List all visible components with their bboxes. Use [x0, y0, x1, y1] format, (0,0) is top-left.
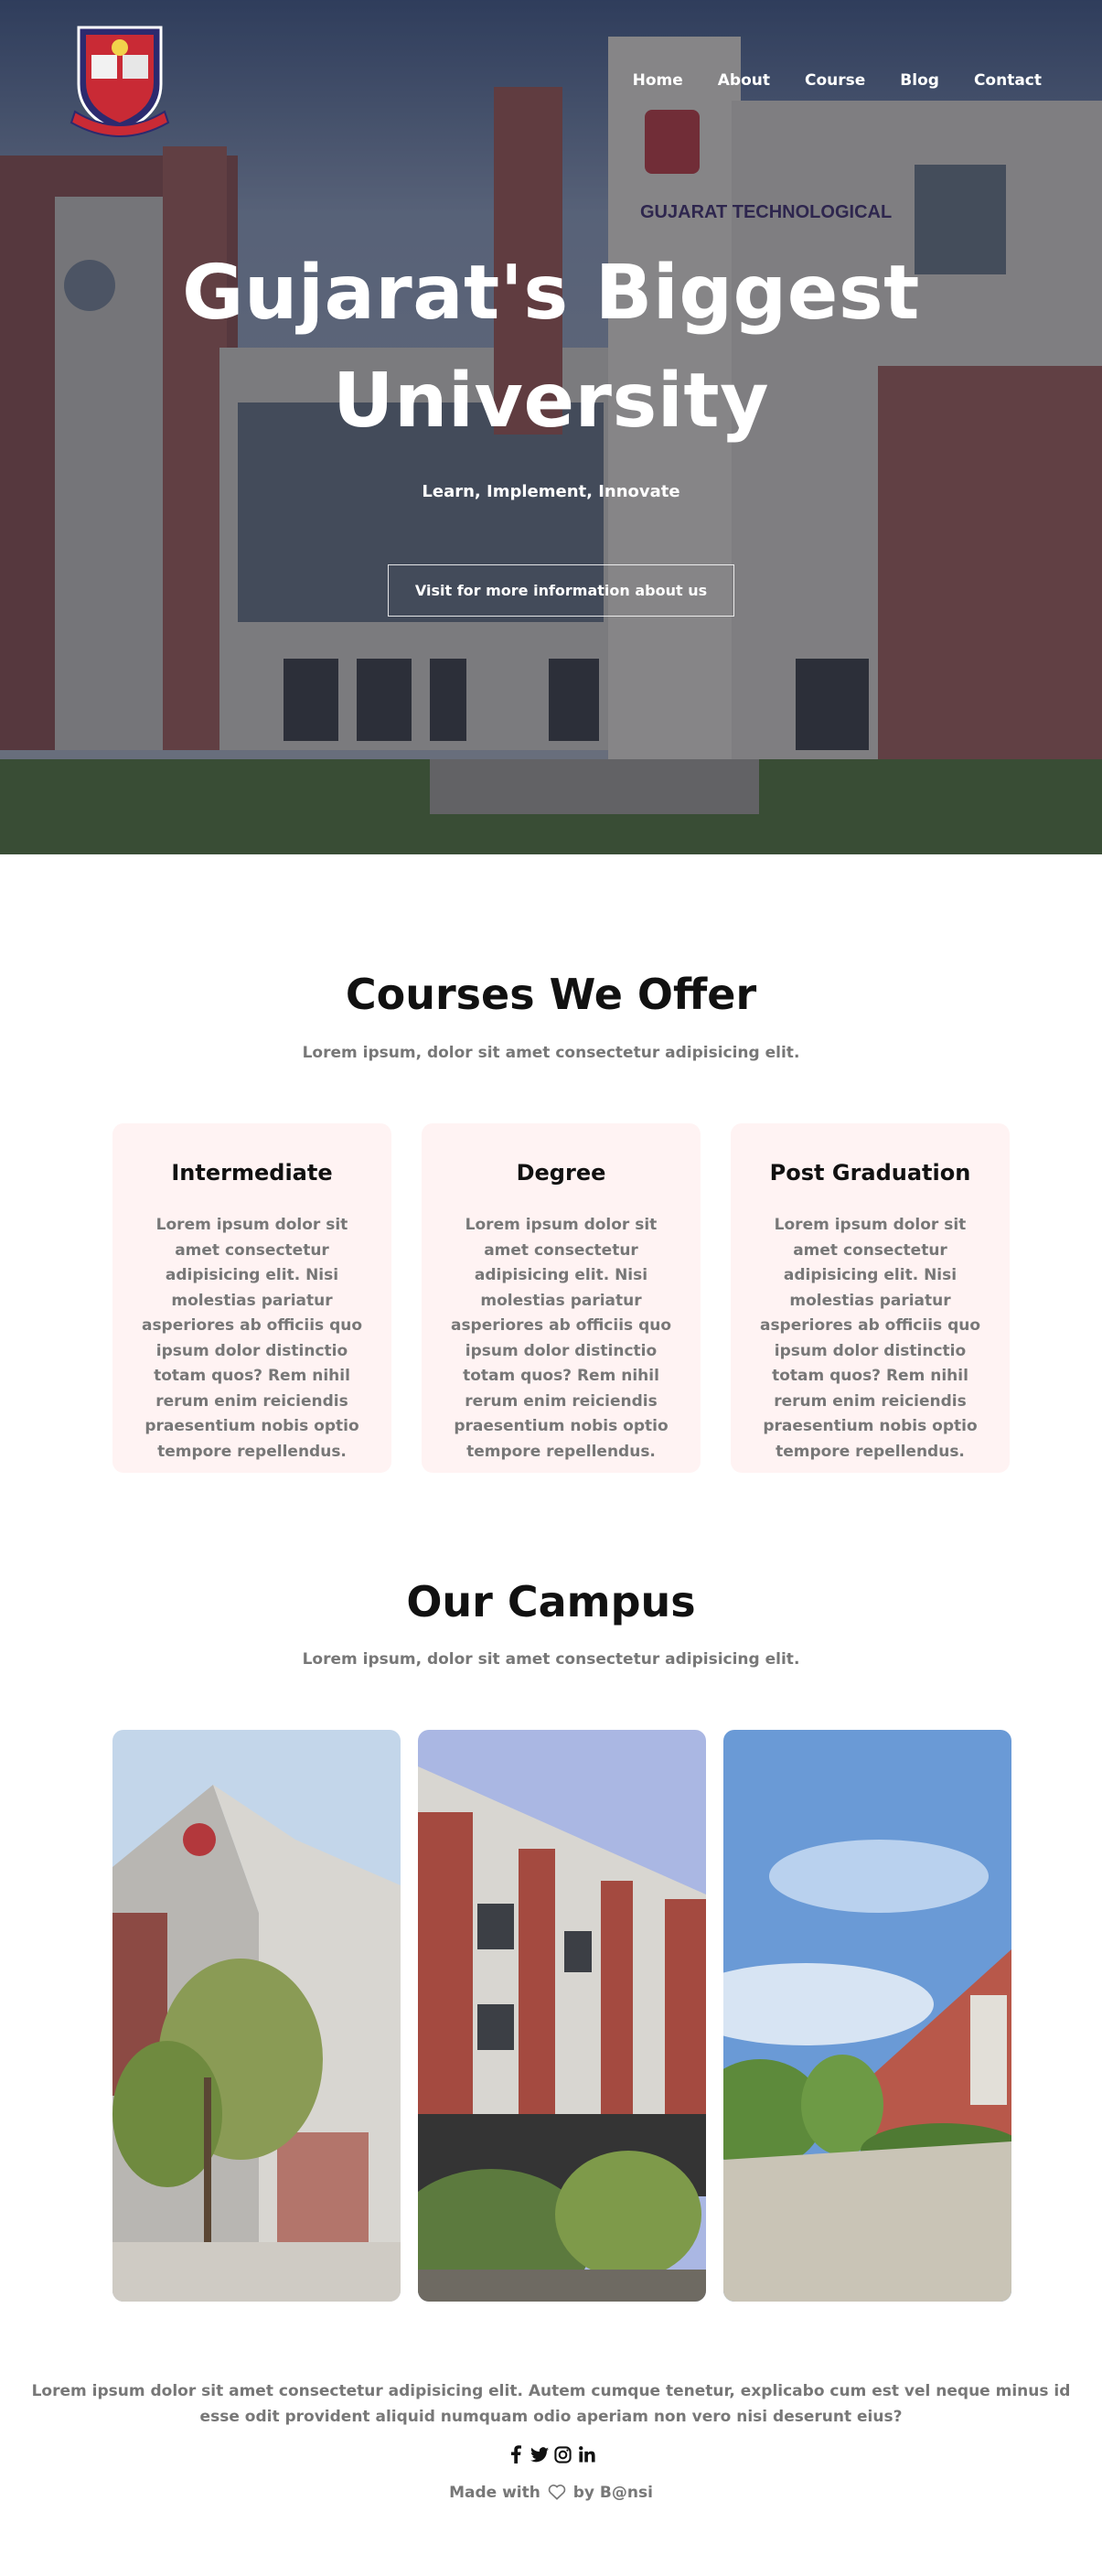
- nav-blog[interactable]: Blog: [900, 71, 939, 90]
- university-logo[interactable]: [66, 20, 174, 137]
- course-card-body: Lorem ipsum dolor sit amet consectetur a…: [759, 1216, 981, 1461]
- campus-image-3: [723, 1730, 1011, 2302]
- nav-home[interactable]: Home: [633, 71, 683, 90]
- linkedin-icon[interactable]: [578, 2444, 596, 2464]
- course-card-post-graduation: Post Graduation Lorem ipsum dolor sit am…: [731, 1123, 1010, 1473]
- course-card-body: Lorem ipsum dolor sit amet consectetur a…: [141, 1216, 363, 1461]
- campus-subtitle: Lorem ipsum, dolor sit amet consectetur …: [302, 1650, 800, 1669]
- made-with-credit: Made with by B@nsi: [0, 2484, 1102, 2502]
- hero-section: GUJARAT TECHNOLOGICAL Home About Course …: [0, 0, 1102, 854]
- campus-image-2: [418, 1730, 706, 2302]
- made-with-prefix: Made with: [449, 2484, 540, 2502]
- course-card-title: Degree: [516, 1160, 606, 1186]
- footer-text: Lorem ipsum dolor sit amet consectetur a…: [31, 2382, 1071, 2426]
- social-links: [0, 2444, 1102, 2464]
- nav-contact[interactable]: Contact: [974, 71, 1042, 90]
- hero-subtitle: Learn, Implement, Innovate: [422, 482, 680, 501]
- courses-title: Courses We Offer: [345, 970, 757, 1019]
- hero-title-line2: University: [332, 358, 770, 445]
- hero-title-line1: Gujarat's Biggest: [182, 250, 920, 337]
- campus-image-1: [112, 1730, 401, 2302]
- nav-about[interactable]: About: [718, 71, 770, 90]
- twitter-icon[interactable]: [530, 2444, 549, 2464]
- made-with-suffix: by B@nsi: [572, 2484, 653, 2502]
- hero-title: Gujarat's Biggest University: [0, 240, 1102, 456]
- courses-subtitle: Lorem ipsum, dolor sit amet consectetur …: [302, 1044, 800, 1062]
- course-card-body: Lorem ipsum dolor sit amet consectetur a…: [450, 1216, 672, 1461]
- heart-icon: [548, 2485, 566, 2500]
- nav-course[interactable]: Course: [805, 71, 865, 90]
- more-info-button[interactable]: Visit for more information about us: [388, 564, 734, 617]
- course-card-intermediate: Intermediate Lorem ipsum dolor sit amet …: [112, 1123, 391, 1473]
- course-card-degree: Degree Lorem ipsum dolor sit amet consec…: [422, 1123, 701, 1473]
- course-card-title: Intermediate: [171, 1160, 333, 1186]
- main-nav: Home About Course Blog Contact: [598, 71, 1042, 90]
- instagram-icon[interactable]: [554, 2444, 572, 2464]
- course-card-title: Post Graduation: [769, 1160, 971, 1186]
- campus-title: Our Campus: [406, 1577, 696, 1626]
- facebook-icon[interactable]: [507, 2444, 525, 2464]
